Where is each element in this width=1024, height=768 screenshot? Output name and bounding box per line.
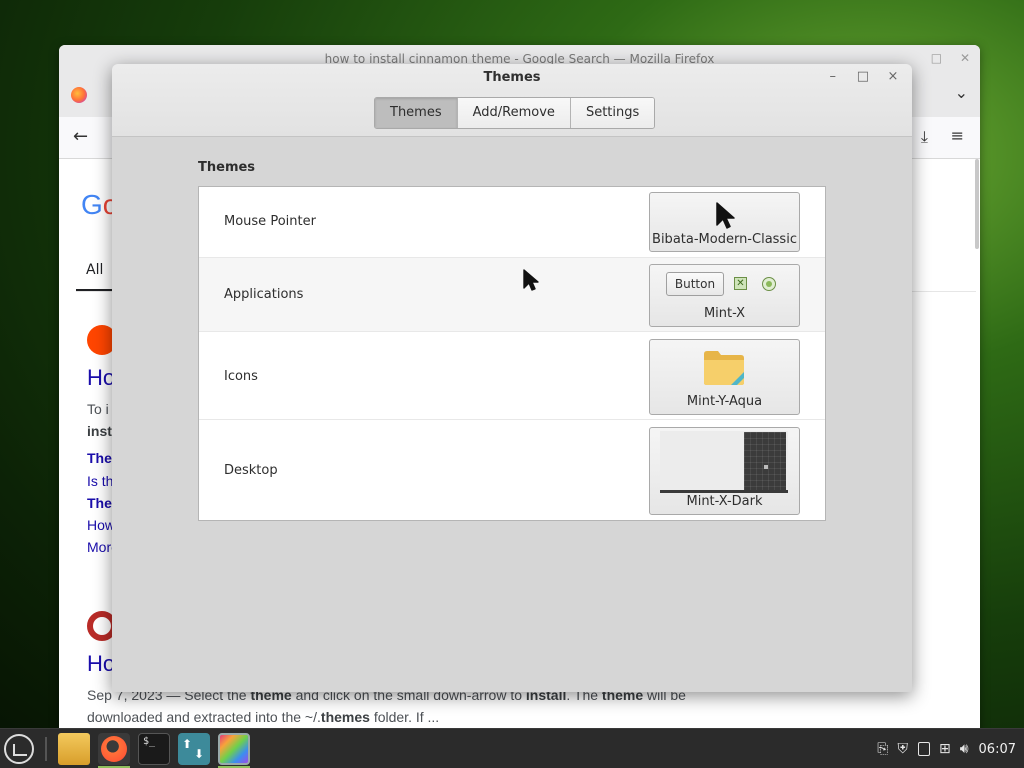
desktop-preview xyxy=(660,431,788,493)
preview-dot xyxy=(764,465,768,469)
clock[interactable]: 06:07 xyxy=(979,742,1016,757)
hamburger-menu-icon[interactable]: ≡ xyxy=(951,126,964,145)
firefox-window-controls[interactable]: □ ✕ xyxy=(917,51,970,65)
icons-theme-button[interactable]: Mint-Y-Aqua xyxy=(649,339,800,415)
tab-add-remove[interactable]: Add/Remove xyxy=(456,98,570,128)
result-1-link[interactable]: The xyxy=(87,495,112,511)
download-icon[interactable]: ⤓ xyxy=(921,127,928,147)
list-tabs-chevron-icon[interactable]: ⌄ xyxy=(955,83,968,102)
window-controls: – □ × xyxy=(816,69,902,84)
theme-list: Mouse Pointer Bibata-Modern-Classic Appl… xyxy=(198,186,826,521)
taskbar-divider xyxy=(45,737,47,761)
files-icon[interactable] xyxy=(58,733,90,765)
taskbar: $_ ⎘ ⛨ ⊞ 🔊︎ 06:07 xyxy=(0,728,1024,768)
theme-row-desktop: Desktop Mint-X-Dark xyxy=(199,420,825,520)
mouse-cursor-icon xyxy=(523,269,539,291)
row-label: Icons xyxy=(224,369,258,384)
preview-radio-icon xyxy=(762,277,776,291)
theme-name: Mint-X-Dark xyxy=(686,494,763,509)
row-label: Desktop xyxy=(224,463,278,478)
result-1-line: inst xyxy=(87,423,112,439)
mint-menu-icon[interactable] xyxy=(4,734,34,764)
stack-switcher: Themes Add/Remove Settings xyxy=(374,97,656,129)
terminal-icon[interactable]: $_ xyxy=(138,733,170,765)
preview-button: Button xyxy=(666,272,724,296)
result-2-snippet-line-2: downloaded and extracted into the ~/.the… xyxy=(87,709,440,725)
theme-row-mouse-pointer: Mouse Pointer Bibata-Modern-Classic xyxy=(199,187,825,258)
result-1-line[interactable]: Is th xyxy=(87,473,113,489)
preview-menu-block xyxy=(744,432,786,490)
desktop-theme-button[interactable]: Mint-X-Dark xyxy=(649,427,800,515)
themes-window[interactable]: Themes – □ × Themes Add/Remove Settings … xyxy=(112,64,912,692)
result-1-title[interactable]: Ho xyxy=(87,365,115,391)
tab-themes[interactable]: Themes xyxy=(375,98,457,128)
firefox-maximize-icon[interactable]: □ xyxy=(931,51,942,65)
applications-theme-button[interactable]: Button ✕ Mint-X xyxy=(649,264,800,327)
theme-name: Mint-X xyxy=(703,306,746,321)
network-icon[interactable]: ⊞ xyxy=(939,741,951,757)
page-scrollbar[interactable] xyxy=(975,159,979,249)
back-arrow-icon[interactable]: ← xyxy=(73,126,88,147)
clipboard-icon[interactable]: ⎘ xyxy=(877,741,888,757)
result-1-line: To i xyxy=(87,401,109,417)
system-tray: ⎘ ⛨ ⊞ 🔊︎ 06:07 xyxy=(868,729,1016,768)
preview-checkbox-icon: ✕ xyxy=(734,277,747,290)
themes-headerbar[interactable]: Themes – □ × Themes Add/Remove Settings xyxy=(112,64,912,137)
result-2-title[interactable]: Ho xyxy=(87,651,115,677)
theme-row-icons: Icons Mint-Y-Aqua xyxy=(199,332,825,420)
window-title: Themes xyxy=(483,70,541,85)
themes-app-icon[interactable] xyxy=(218,733,250,765)
folder-icon xyxy=(704,351,744,385)
mouse-pointer-theme-button[interactable]: Bibata-Modern-Classic xyxy=(649,192,800,252)
firefox-close-icon[interactable]: ✕ xyxy=(960,51,970,65)
result-1-link[interactable]: The xyxy=(87,450,112,466)
preview-panel-strip xyxy=(660,490,788,493)
tab-settings[interactable]: Settings xyxy=(569,98,655,128)
tab-all[interactable]: All xyxy=(86,262,103,278)
result-1-line[interactable]: How xyxy=(87,517,115,533)
update-manager-icon[interactable] xyxy=(178,733,210,765)
minimize-icon[interactable]: – xyxy=(824,69,842,84)
firefox-icon[interactable] xyxy=(98,733,130,765)
theme-name: Bibata-Modern-Classic xyxy=(652,232,797,247)
row-label: Applications xyxy=(224,287,304,302)
app-widgets-preview: Button ✕ xyxy=(666,272,784,298)
shield-icon[interactable]: ⛨ xyxy=(897,741,908,757)
theme-row-applications: Applications Button ✕ Mint-X xyxy=(199,258,825,332)
maximize-icon[interactable]: □ xyxy=(854,69,872,84)
section-title: Themes xyxy=(198,160,256,175)
pointer-cursor-icon xyxy=(716,202,735,229)
row-label: Mouse Pointer xyxy=(224,214,316,229)
drive-icon[interactable] xyxy=(917,742,930,756)
firefox-tab-icon[interactable] xyxy=(71,87,87,103)
volume-icon[interactable]: 🔊︎ xyxy=(960,741,969,757)
close-icon[interactable]: × xyxy=(884,69,902,84)
theme-name: Mint-Y-Aqua xyxy=(686,394,763,409)
